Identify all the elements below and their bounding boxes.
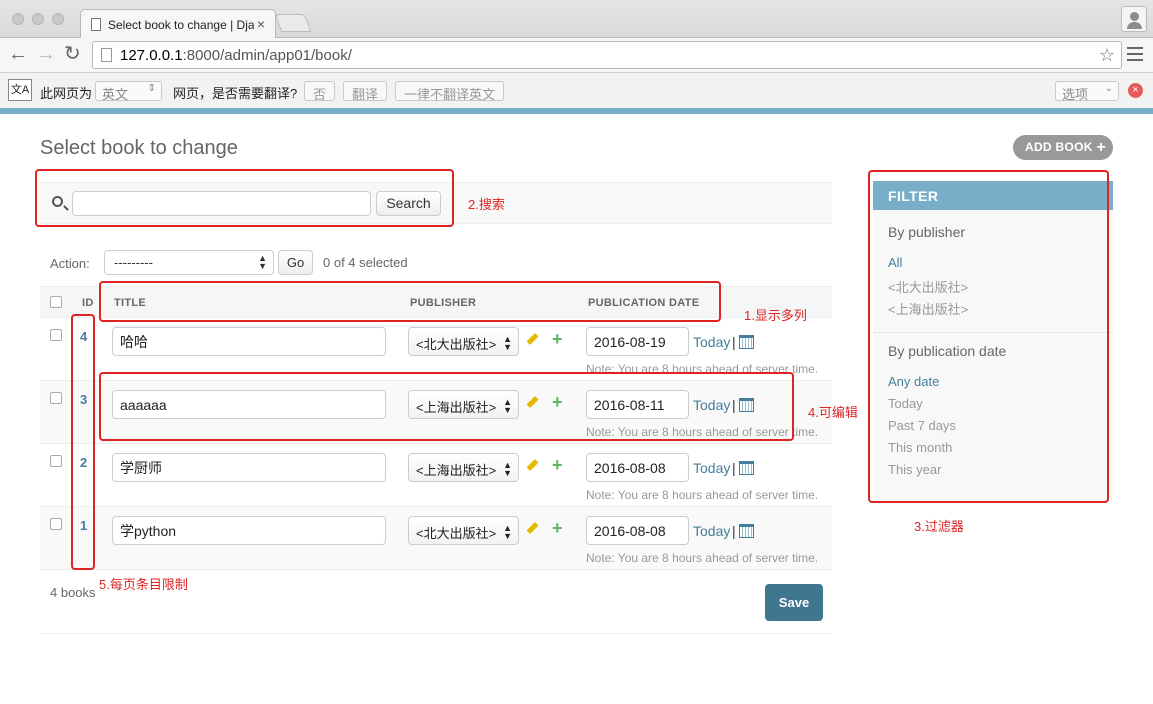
translate-prefix: 此网页为 (40, 86, 93, 101)
window-close-button[interactable] (12, 13, 24, 25)
annotation-box-editable (99, 372, 794, 441)
today-link[interactable]: Today (693, 334, 730, 350)
row-checkbox[interactable] (50, 518, 62, 530)
browser-tab[interactable]: Select book to change | Dja × (80, 9, 276, 39)
pencil-icon[interactable] (526, 332, 539, 346)
translate-close-icon[interactable]: × (1128, 83, 1143, 98)
annotation-columns: 1.显示多列 (744, 308, 807, 323)
actions-bar: Action: --------- ▲ ▼ Go 0 of 4 selected (40, 250, 832, 276)
window-zoom-button[interactable] (52, 13, 64, 25)
date-input[interactable] (586, 453, 689, 482)
save-button[interactable]: Save (765, 584, 823, 621)
page-title: Select book to change (40, 137, 238, 159)
add-book-button[interactable]: ADD BOOK + (1013, 135, 1113, 160)
table-row: 1 <北大出版社>▲▼ + Today | Note: You are 8 ho… (40, 507, 832, 570)
title-input[interactable] (112, 516, 386, 545)
document-icon (91, 18, 101, 31)
divider (40, 633, 832, 634)
back-arrow-icon[interactable]: ← (8, 44, 28, 64)
timezone-note: Note: You are 8 hours ahead of server ti… (586, 551, 819, 565)
plus-icon[interactable]: + (552, 330, 563, 348)
window-minimize-button[interactable] (32, 13, 44, 25)
forward-arrow-icon[interactable]: → (36, 44, 56, 64)
separator: | (732, 523, 736, 539)
tab-close-icon[interactable]: × (257, 16, 265, 32)
row-checkbox[interactable] (50, 392, 62, 404)
timezone-note: Note: You are 8 hours ahead of server ti… (586, 488, 819, 502)
translate-icon: 文A (8, 79, 32, 101)
selection-counter: 0 of 4 selected (323, 255, 408, 270)
profile-button[interactable] (1121, 6, 1147, 32)
calendar-icon[interactable] (739, 461, 754, 475)
today-link[interactable]: Today (693, 523, 730, 539)
translate-question: 网页，是否需要翻译? (173, 86, 298, 101)
language-select[interactable]: 英文 ⇕ (95, 81, 162, 102)
translate-button[interactable]: 翻译 (343, 81, 388, 102)
annotation-box-filter (868, 170, 1109, 503)
today-link[interactable]: Today (693, 460, 730, 476)
translate-options-select[interactable]: 选项 ⌄ (1055, 81, 1119, 102)
plus-icon[interactable]: + (552, 456, 563, 474)
date-input[interactable] (586, 516, 689, 545)
date-input[interactable] (586, 327, 689, 356)
translate-bar: 文A 此网页为 英文 ⇕ 网页，是否需要翻译? 否 翻译 一律不翻译英文 选项 ⌄ … (0, 72, 1153, 108)
address-bar[interactable]: 127.0.0.1:8000/admin/app01/book/ ☆ (92, 41, 1122, 69)
pencil-icon[interactable] (526, 521, 539, 535)
action-label: Action: (50, 256, 90, 271)
plus-icon[interactable]: + (552, 519, 563, 537)
title-input[interactable] (112, 453, 386, 482)
calendar-icon[interactable] (739, 524, 754, 538)
title-input[interactable] (112, 327, 386, 356)
publisher-select[interactable]: <北大出版社> ▲ ▼ (408, 327, 519, 356)
annotation-box-search (35, 169, 454, 227)
reload-icon[interactable]: ↻ (64, 44, 81, 64)
new-tab-button[interactable] (274, 14, 312, 32)
annotation-per-page: 5.每页条目限制 (99, 577, 188, 592)
annotation-editable: 4.可编辑 (808, 405, 858, 420)
plus-icon: + (1096, 139, 1106, 156)
go-button[interactable]: Go (278, 250, 313, 275)
translate-no-button[interactable]: 否 (304, 81, 336, 102)
separator: | (732, 334, 736, 350)
table-row: 2 <上海出版社>▲▼ + Today | Note: You are 8 ho… (40, 444, 832, 507)
row-checkbox[interactable] (50, 455, 62, 467)
tab-title: Select book to change | Dja (108, 18, 254, 32)
column-id[interactable]: ID (82, 297, 94, 309)
never-translate-button[interactable]: 一律不翻译英文 (395, 81, 505, 102)
annotation-box-columns (99, 281, 721, 322)
browser-tab-bar: Select book to change | Dja × (0, 0, 1153, 39)
select-all-checkbox[interactable] (50, 296, 62, 308)
admin-header-strip (0, 108, 1153, 114)
publisher-select[interactable]: <上海出版社> ▲ ▼ (408, 453, 519, 482)
calendar-icon[interactable] (739, 335, 754, 349)
annotation-filter: 3.过滤器 (914, 519, 964, 534)
url-text[interactable]: 127.0.0.1:8000/admin/app01/book/ (120, 47, 352, 64)
action-select[interactable]: --------- ▲ ▼ (104, 250, 274, 275)
pencil-icon[interactable] (526, 458, 539, 472)
result-count: 4 books (50, 585, 96, 600)
annotation-search: 2.搜索 (468, 197, 505, 212)
browser-toolbar: ← → ↻ 127.0.0.1:8000/admin/app01/book/ ☆ (0, 38, 1153, 72)
bookmark-star-icon[interactable]: ☆ (1099, 45, 1115, 66)
publisher-select[interactable]: <北大出版社> ▲ ▼ (408, 516, 519, 545)
annotation-box-per-page (71, 314, 95, 570)
separator: | (732, 460, 736, 476)
page-icon (101, 48, 112, 62)
hamburger-menu-icon[interactable] (1127, 47, 1143, 65)
person-icon (1130, 12, 1139, 21)
row-checkbox[interactable] (50, 329, 62, 341)
